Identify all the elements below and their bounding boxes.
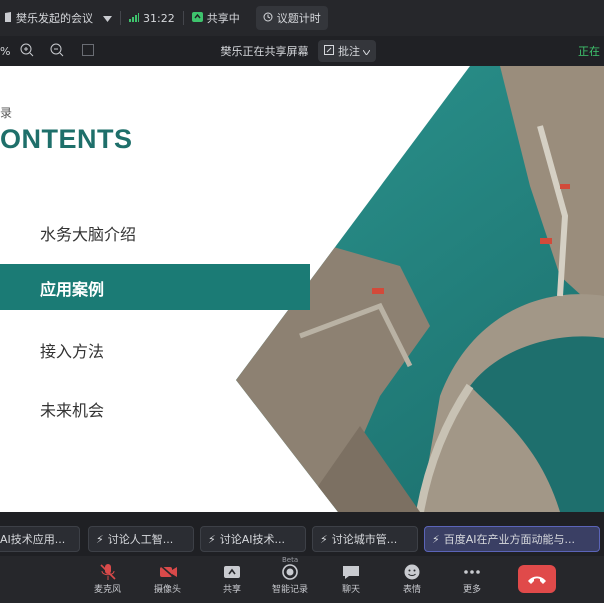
sharing-badge: 共享中 [191, 10, 240, 26]
end-call-button[interactable] [518, 565, 556, 593]
zoom-in-icon[interactable] [20, 43, 34, 60]
toc-item-0: 水务大脑介绍 [40, 225, 137, 244]
agenda-icon: ⚡ [320, 532, 328, 546]
chat-icon [340, 562, 362, 582]
divider [120, 11, 121, 25]
camera-off-icon [157, 562, 179, 582]
agenda-timer-label: 议题计时 [276, 12, 321, 25]
agenda-item-4[interactable]: ⚡ 百度AI在产业方面动能与... [424, 526, 600, 552]
share-toolbar: % 樊乐正在共享屏幕 批注 正在 [0, 36, 604, 66]
agenda-label: 百度AI在产业方面动能与... [443, 533, 575, 546]
more-label: 更多 [462, 585, 481, 595]
toc-item-3: 未来机会 [40, 401, 105, 420]
signal-icon [129, 12, 139, 25]
record-button[interactable]: Beta 智能记录 [272, 556, 309, 595]
toc-item-1: 应用案例 [40, 280, 105, 299]
agenda-icon: ⚡ [208, 532, 216, 546]
record-icon [279, 562, 301, 582]
meeting-title-group[interactable]: 樊乐发起的会议 [4, 10, 112, 26]
agenda-item-2[interactable]: ⚡ 讨论AI技术... [200, 526, 306, 552]
agenda-label: 讨论城市管... [331, 533, 398, 546]
clock-icon [263, 12, 273, 25]
more-icon [461, 562, 483, 582]
shared-slide: 录 ONTENTS 水务大脑介绍 应用案例 接入方法 未来机会 [0, 66, 604, 512]
record-label: 智能记录 [272, 585, 309, 595]
share-status: 樊乐正在共享屏幕 [220, 45, 309, 58]
mic-button[interactable]: 麦克风 [94, 562, 121, 595]
record-beta-badge: Beta [282, 556, 299, 564]
chevron-down-icon[interactable] [103, 12, 112, 25]
emoji-label: 表情 [402, 585, 421, 595]
meeting-title: 樊乐发起的会议 [16, 12, 93, 25]
chat-button[interactable]: 聊天 [340, 562, 362, 595]
agenda-item-0[interactable]: AI技术应用... [0, 526, 80, 552]
agenda-icon: ⚡ [96, 532, 104, 546]
agenda-label: 讨论AI技术... [219, 533, 285, 546]
annotate-icon [324, 45, 338, 58]
grid-icon[interactable] [82, 43, 95, 59]
share-screen-icon [191, 11, 203, 25]
share-button[interactable]: 共享 [221, 562, 243, 595]
sharing-label: 共享中 [206, 12, 240, 25]
meeting-timer: 31:22 [143, 11, 175, 25]
network-timer: 31:22 [129, 12, 175, 25]
annotate-label: 批注 [337, 45, 360, 58]
agenda-icon: ⚡ [432, 532, 440, 546]
annotate-button[interactable]: 批注 [318, 40, 377, 62]
zoom-out-icon[interactable] [50, 43, 64, 60]
agenda-strip: AI技术应用... ⚡ 讨论人工智... ⚡ 讨论AI技术... ⚡ 讨论城市管… [0, 522, 604, 556]
more-button[interactable]: 更多 [461, 562, 483, 595]
emoji-icon [401, 562, 423, 582]
meeting-controls: 麦克风 摄像头 共享 Beta 智能记录 聊天 表情 更多 [0, 556, 604, 603]
mic-label: 麦克风 [94, 585, 122, 595]
mic-off-icon [97, 562, 119, 582]
agenda-timer-button[interactable]: 议题计时 [255, 6, 328, 30]
emoji-button[interactable]: 表情 [401, 562, 423, 595]
share-screen-icon [221, 562, 243, 582]
meeting-top-bar: 樊乐发起的会议 31:22 共享中 议题计时 [0, 0, 604, 36]
divider [182, 11, 184, 25]
zoom-level: % [0, 44, 11, 58]
camera-button[interactable]: 摄像头 [154, 562, 181, 595]
agenda-item-1[interactable]: ⚡ 讨论人工智... [88, 526, 194, 552]
toc-item-2: 接入方法 [40, 342, 105, 361]
contents-heading: ONTENTS [0, 124, 133, 154]
toc-item-active: 应用案例 [0, 264, 310, 310]
camera-label: 摄像头 [154, 585, 182, 595]
share-label: 共享 [222, 585, 241, 595]
shield-icon [4, 11, 12, 26]
agenda-item-3[interactable]: ⚡ 讨论城市管... [312, 526, 418, 552]
right-status: 正在 [578, 45, 600, 58]
end-call-icon [527, 570, 547, 589]
slide-subheading-fragment: 录 [0, 106, 13, 120]
chat-label: 聊天 [341, 585, 360, 595]
agenda-label: 讨论人工智... [107, 533, 174, 546]
chevron-down-icon [363, 45, 371, 58]
agenda-label: AI技术应用... [0, 533, 66, 546]
